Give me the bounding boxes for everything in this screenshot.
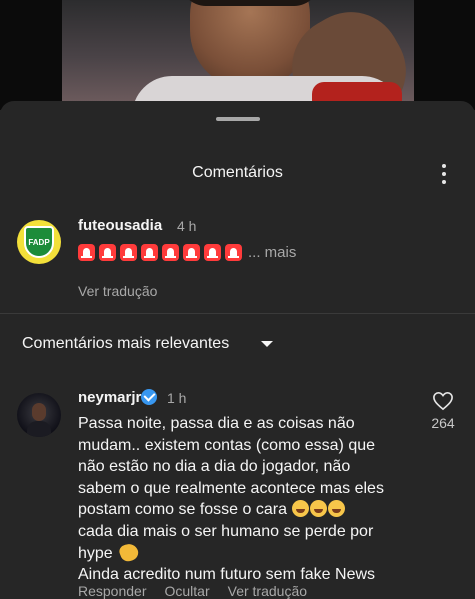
avatar[interactable]: FADP xyxy=(17,220,61,264)
comment-line-with-emoji: hype xyxy=(78,540,416,565)
comment-item: neymarjr 1 h Passa noite, passa dia e as… xyxy=(0,385,475,599)
police-light-emoji xyxy=(162,244,179,261)
comment-line: sabem o que realmente acontece mas eles xyxy=(78,479,384,497)
divider xyxy=(0,313,475,314)
caption-timestamp: 4 h xyxy=(177,218,197,234)
see-translation-link[interactable]: Ver tradução xyxy=(78,283,157,299)
chevron-down-icon xyxy=(261,341,274,347)
police-light-emoji xyxy=(225,244,242,261)
like-count: 264 xyxy=(431,415,455,431)
comment-username[interactable]: neymarjr xyxy=(78,389,141,406)
police-light-emoji xyxy=(120,244,137,261)
police-light-emoji xyxy=(204,244,221,261)
police-light-emoji xyxy=(78,244,95,261)
police-light-emoji xyxy=(99,244,116,261)
like-button[interactable]: 264 xyxy=(428,391,458,441)
clapping-hands-emoji xyxy=(117,540,141,564)
comment-body: Passa noite, passa dia e as coisas não m… xyxy=(78,413,416,586)
verified-badge-icon xyxy=(141,389,157,405)
comment-sort-dropdown[interactable]: Comentários mais relevantes xyxy=(22,335,274,353)
drag-handle[interactable] xyxy=(216,117,260,121)
sort-label: Comentários mais relevantes xyxy=(22,335,230,352)
caption-username[interactable]: futeousadia xyxy=(78,217,162,234)
laughing-emoji xyxy=(328,500,346,518)
comment-line: cada dia mais o ser humano se perde por xyxy=(78,522,374,540)
comment-actions: Responder Ocultar Ver tradução xyxy=(78,583,307,599)
heart-icon xyxy=(433,391,453,411)
see-translation-link[interactable]: Ver tradução xyxy=(228,583,307,599)
comment-timestamp: 1 h xyxy=(167,390,187,406)
police-light-emoji xyxy=(183,244,200,261)
comment-line: mudam.. existem contas (como essa) que xyxy=(78,436,376,454)
club-crest-logo: FADP xyxy=(24,226,54,258)
comment-line: não estão no dia a dia do jogador, não xyxy=(78,458,351,476)
hide-button[interactable]: Ocultar xyxy=(165,583,210,599)
avatar[interactable] xyxy=(17,393,61,437)
post-image xyxy=(62,0,414,104)
police-light-emoji xyxy=(141,244,158,261)
reply-button[interactable]: Responder xyxy=(78,583,147,599)
comments-sheet: Comentários FADP futeousadia 4 h ... mai… xyxy=(0,101,475,599)
laughing-emoji xyxy=(310,500,328,518)
more-options-icon[interactable] xyxy=(432,161,456,187)
caption-text: ... mais xyxy=(78,244,296,261)
sheet-title: Comentários xyxy=(192,164,283,181)
see-more-link[interactable]: ... mais xyxy=(248,244,296,261)
laughing-emoji xyxy=(292,500,310,518)
comment-line: Passa noite, passa dia e as coisas não xyxy=(78,415,355,432)
comment-line-with-emoji: postam como se fosse o cara xyxy=(78,499,416,521)
photo-figure-hair xyxy=(180,0,320,6)
post-caption: FADP futeousadia 4 h ... mais Ver traduç… xyxy=(0,208,475,313)
